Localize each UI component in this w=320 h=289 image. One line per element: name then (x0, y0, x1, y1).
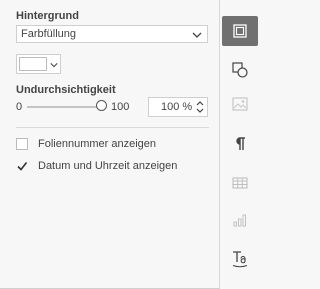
text-art-settings-icon (232, 251, 248, 268)
fill-type-select[interactable]: Farbfüllung (16, 25, 208, 43)
date-time-checkbox[interactable] (16, 160, 28, 172)
paragraph-settings-icon (236, 137, 245, 150)
checkmark-icon (17, 162, 28, 171)
slide-settings-icon (233, 24, 247, 38)
rail-slide-settings-button[interactable] (222, 16, 258, 46)
rail-shape-settings-button[interactable] (222, 55, 258, 85)
rail-table-settings-button[interactable] (222, 168, 258, 198)
opacity-min-label: 0 (16, 101, 23, 113)
chevron-down-icon (50, 63, 58, 68)
background-section-title: Hintergrund (16, 10, 79, 22)
opacity-slider-track[interactable] (27, 106, 101, 108)
fill-color-swatch (19, 57, 47, 71)
divider (16, 127, 209, 128)
chart-settings-icon (233, 214, 246, 227)
chevron-down-icon (192, 32, 202, 38)
opacity-value: 100 % (161, 101, 193, 113)
image-settings-icon (232, 97, 248, 111)
slide-number-label: Foliennummer anzeigen (38, 138, 157, 150)
fill-type-value: Farbfüllung (21, 28, 77, 40)
rail-paragraph-settings-button[interactable] (222, 129, 258, 159)
rail-image-settings-button[interactable] (222, 89, 258, 119)
spin-down-icon[interactable] (196, 108, 204, 114)
opacity-spinner[interactable]: 100 % (148, 97, 208, 117)
shape-settings-icon (232, 62, 248, 78)
slide-settings-panel: Hintergrund Farbfüllung Undurchsichtigke… (0, 0, 220, 289)
date-time-label: Datum und Uhrzeit anzeigen (38, 160, 178, 172)
slide-number-checkbox[interactable] (16, 138, 28, 150)
opacity-max-label: 100 (111, 101, 130, 113)
fill-color-button[interactable] (16, 54, 61, 74)
rail-text-art-settings-button[interactable] (222, 243, 258, 273)
rail-chart-settings-button[interactable] (222, 205, 258, 235)
table-settings-icon (232, 177, 248, 189)
spin-up-icon[interactable] (196, 100, 204, 106)
opacity-slider-thumb[interactable] (96, 100, 107, 111)
right-settings-rail (220, 0, 261, 289)
opacity-section-title: Undurchsichtigkeit (16, 84, 116, 96)
